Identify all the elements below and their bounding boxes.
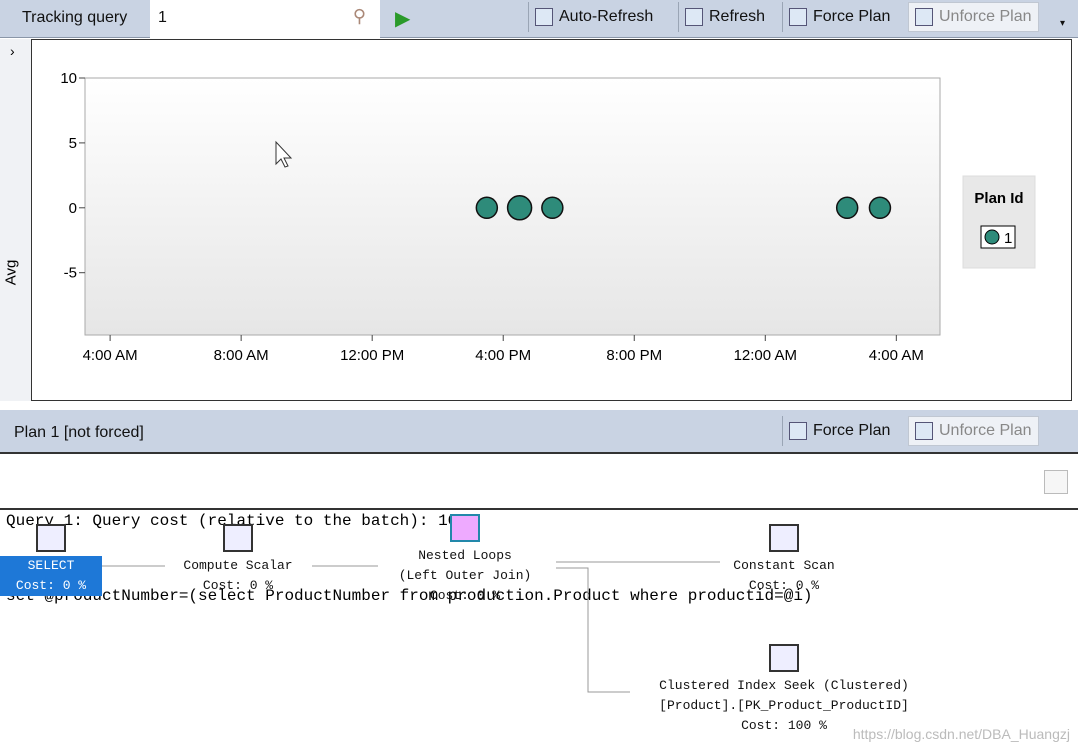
watermark: https://blog.csdn.net/DBA_Huangzj: [852, 726, 1070, 742]
constant-scan-icon: [769, 524, 799, 552]
data-point[interactable]: [835, 196, 859, 220]
x-tick-label: 12:00 AM: [734, 347, 797, 364]
force-plan-icon: [789, 422, 807, 440]
scatter-chart: 10 5 0 -5 4:00 AM 8:00 AM 12:00 PM 4:00 PM 8:00 …: [60, 70, 1036, 364]
plan-force-plan-button[interactable]: Force Plan: [782, 416, 896, 446]
nested-loops-icon: [450, 514, 480, 542]
node-subtitle: (Left Outer Join): [398, 568, 532, 583]
legend-title: Plan Id: [974, 190, 1023, 207]
force-plan-label: Force Plan: [813, 422, 891, 439]
node-cost: Cost: 0 %: [15, 578, 87, 593]
node-name: SELECT: [27, 558, 75, 573]
x-tick-label: 4:00 AM: [83, 347, 138, 364]
node-cost: Cost: 0 %: [202, 578, 274, 593]
node-name: Nested Loops: [418, 548, 512, 563]
plan-node-clustered-index-seek[interactable]: Clustered Index Seek (Clustered) [Product…: [626, 644, 942, 736]
legend-marker: [984, 229, 1000, 245]
data-point[interactable]: [506, 195, 533, 221]
data-point[interactable]: [868, 196, 892, 220]
arrow-seek-to-loops: [556, 567, 630, 693]
index-seek-icon: [769, 644, 799, 672]
node-cost: Cost: 0 %: [748, 578, 820, 593]
select-icon: [36, 524, 66, 552]
y-tick-label: 10: [60, 70, 77, 87]
y-tick-label: 0: [69, 200, 77, 217]
node-name: Clustered Index Seek (Clustered): [659, 678, 909, 693]
plan-bar: Plan 1 [not forced] Force Plan Unforce P…: [0, 410, 1078, 454]
node-subtitle: [Product].[PK_Product_ProductID]: [659, 698, 909, 713]
y-tick-label: 5: [69, 135, 77, 152]
x-tick-label: 12:00 PM: [340, 347, 404, 364]
data-point[interactable]: [475, 196, 499, 220]
x-tick-label: 8:00 PM: [606, 347, 662, 364]
plan-node-select[interactable]: SELECT Cost: 0 %: [0, 524, 102, 596]
plan-unforce-plan-button[interactable]: Unforce Plan: [908, 416, 1039, 446]
x-tick-label: 8:00 AM: [214, 347, 269, 364]
y-tick-label: -5: [64, 265, 77, 282]
unforce-plan-icon: [915, 422, 933, 440]
plan-node-constant-scan[interactable]: Constant Scan Cost: 0 %: [712, 524, 856, 596]
node-cost: Cost: 0 %: [429, 588, 501, 603]
plan-title: Plan 1 [not forced]: [14, 424, 144, 441]
unforce-plan-label: Unforce Plan: [939, 422, 1032, 439]
node-name: Compute Scalar: [183, 558, 293, 573]
legend-label: 1: [1004, 230, 1012, 247]
x-tick-label: 4:00 PM: [475, 347, 531, 364]
node-name: Constant Scan: [733, 558, 835, 573]
plan-node-compute-scalar[interactable]: Compute Scalar Cost: 0 %: [160, 524, 316, 596]
compute-scalar-icon: [223, 524, 253, 552]
data-point[interactable]: [541, 196, 564, 220]
x-tick-label: 4:00 AM: [869, 347, 924, 364]
plan-node-nested-loops[interactable]: Nested Loops (Left Outer Join) Cost: 0 %: [370, 514, 560, 606]
sql-expand-button[interactable]: [1044, 470, 1068, 494]
